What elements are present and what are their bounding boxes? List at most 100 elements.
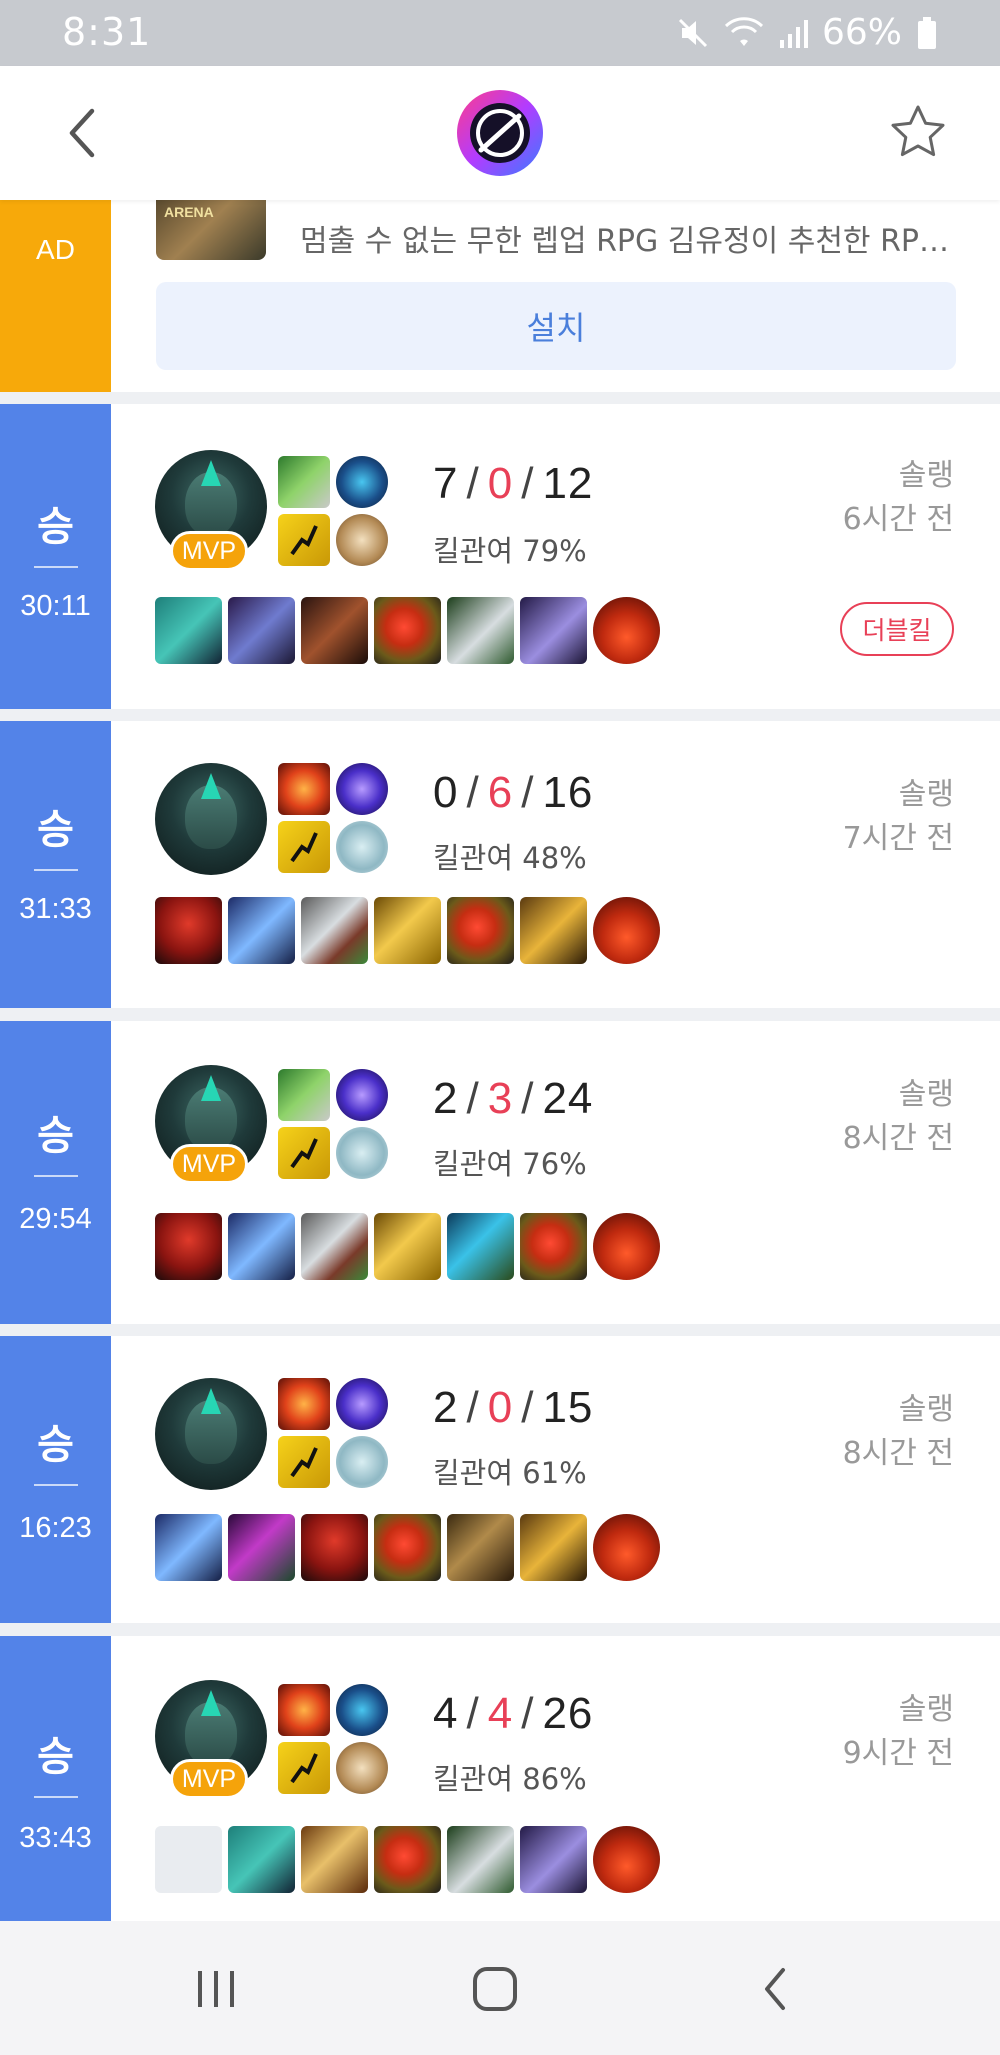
item-icon[interactable] — [301, 1826, 368, 1893]
install-button[interactable]: 설치 — [156, 282, 956, 370]
kills: 0 — [433, 768, 459, 817]
app-root: 8:31 66% AD ARENA 멈출 수 없는 무한 렙업 RPG 김유정이… — [0, 0, 1000, 2055]
home-icon — [473, 1967, 517, 2011]
trinket-icon[interactable] — [593, 1514, 660, 1581]
item-icon[interactable] — [447, 1826, 514, 1893]
trinket-icon[interactable] — [593, 597, 660, 664]
chevron-left-icon — [69, 108, 95, 158]
assists: 12 — [542, 459, 594, 508]
item-icon[interactable] — [228, 597, 295, 664]
system-back-button[interactable] — [735, 1951, 815, 2027]
item-icon[interactable] — [155, 597, 222, 664]
item-icon[interactable] — [447, 1514, 514, 1581]
champion-avatar[interactable] — [155, 1378, 267, 1490]
ad-description[interactable]: 멈출 수 없는 무한 렙업 RPG 김유정이 추천한 RPG... — [300, 216, 960, 260]
deaths: 4 — [487, 1689, 514, 1738]
mvp-badge: MVP — [170, 1144, 248, 1184]
trinket-icon[interactable] — [593, 1826, 660, 1893]
item-icon[interactable] — [520, 897, 587, 964]
item-icon[interactable] — [447, 597, 514, 664]
result-label: 승 — [37, 504, 74, 550]
kill-participation: 킬관여 79% — [433, 534, 587, 568]
item-icon[interactable] — [228, 1213, 295, 1280]
recent-apps-icon — [198, 1971, 234, 2007]
battery-text: 66% — [821, 12, 902, 53]
item-icon[interactable] — [447, 1213, 514, 1280]
kda: 0/6/16 — [433, 768, 594, 817]
recent-apps-button[interactable] — [176, 1951, 256, 2027]
result-label: 승 — [37, 807, 74, 853]
back-button[interactable] — [50, 101, 114, 165]
kda: 2/0/15 — [433, 1383, 594, 1432]
multikill-badge: 더블킬 — [840, 602, 954, 656]
match-card[interactable]: 승 29:54 MVP 2/3/24 킬관여 76% 솔랭 8시간 전 — [0, 1021, 1000, 1324]
rune-primary-icon — [336, 1684, 388, 1736]
item-icon[interactable] — [301, 1514, 368, 1581]
item-icon[interactable] — [520, 1213, 587, 1280]
time-ago: 7시간 전 — [842, 821, 954, 856]
spell-ghost-icon — [278, 1069, 330, 1121]
item-icon[interactable] — [374, 1514, 441, 1581]
empty-item-slot — [155, 1826, 222, 1893]
item-icon[interactable] — [301, 597, 368, 664]
item-icon[interactable] — [520, 1514, 587, 1581]
favorite-button[interactable] — [884, 98, 952, 166]
item-icon[interactable] — [374, 1826, 441, 1893]
spell-flash-icon — [278, 514, 330, 566]
result-strip: 승 29:54 — [0, 1021, 111, 1324]
match-card[interactable]: 승 31:33 0/6/16 킬관여 48% 솔랭 7시간 전 — [0, 721, 1000, 1008]
mute-icon — [676, 16, 710, 50]
match-card[interactable]: 승 30:11 MVP 7/0/12 킬관여 79% 솔랭 6시간 전 더블킬 — [0, 404, 1000, 709]
kills: 7 — [433, 459, 459, 508]
item-icon[interactable] — [155, 1213, 222, 1280]
spell-flash-icon — [278, 1127, 330, 1179]
item-icon[interactable] — [447, 897, 514, 964]
queue-type: 솔랭 — [898, 1392, 954, 1427]
queue-type: 솔랭 — [898, 777, 954, 812]
item-icon[interactable] — [374, 897, 441, 964]
item-icon[interactable] — [374, 597, 441, 664]
item-row — [155, 1514, 660, 1581]
item-icon[interactable] — [301, 897, 368, 964]
rune-primary-icon — [336, 456, 388, 508]
kills: 2 — [433, 1074, 459, 1123]
kda: 7/0/12 — [433, 459, 594, 508]
item-icon[interactable] — [228, 897, 295, 964]
assists: 16 — [542, 768, 594, 817]
result-strip: 승 31:33 — [0, 721, 111, 1008]
app-logo — [455, 88, 545, 178]
spell-ignite-icon — [278, 763, 330, 815]
kills: 2 — [433, 1383, 459, 1432]
game-duration: 31:33 — [19, 893, 92, 925]
rune-secondary-icon — [336, 1127, 388, 1179]
time-ago: 9시간 전 — [842, 1736, 954, 1771]
item-icon[interactable] — [155, 897, 222, 964]
result-label: 승 — [37, 1113, 74, 1159]
deaths: 0 — [487, 1383, 514, 1432]
ad-thumbnail[interactable]: ARENA — [156, 200, 266, 260]
champion-avatar[interactable] — [155, 763, 267, 875]
item-icon[interactable] — [374, 1213, 441, 1280]
item-icon[interactable] — [228, 1826, 295, 1893]
kills: 4 — [433, 1689, 459, 1738]
trinket-icon[interactable] — [593, 897, 660, 964]
match-card[interactable]: 승 16:23 2/0/15 킬관여 61% 솔랭 8시간 전 — [0, 1336, 1000, 1623]
ad-card: AD ARENA 멈출 수 없는 무한 렙업 RPG 김유정이 추천한 RPG.… — [0, 200, 1000, 392]
rune-secondary-icon — [336, 514, 388, 566]
time-ago: 6시간 전 — [842, 502, 954, 537]
spell-ignite-icon — [278, 1684, 330, 1736]
item-icon[interactable] — [520, 597, 587, 664]
divider — [34, 869, 78, 871]
divider — [34, 566, 78, 568]
result-strip: 승 16:23 — [0, 1336, 111, 1623]
item-icon[interactable] — [301, 1213, 368, 1280]
item-icon[interactable] — [155, 1514, 222, 1581]
item-icon[interactable] — [520, 1826, 587, 1893]
kill-participation: 킬관여 86% — [433, 1762, 587, 1796]
trinket-icon[interactable] — [593, 1213, 660, 1280]
home-button[interactable] — [455, 1951, 535, 2027]
rune-primary-icon — [336, 1069, 388, 1121]
item-icon[interactable] — [228, 1514, 295, 1581]
deaths: 6 — [487, 768, 514, 817]
match-card[interactable]: 승 33:43 MVP 4/4/26 킬관여 86% 솔랭 9시간 전 — [0, 1636, 1000, 1926]
